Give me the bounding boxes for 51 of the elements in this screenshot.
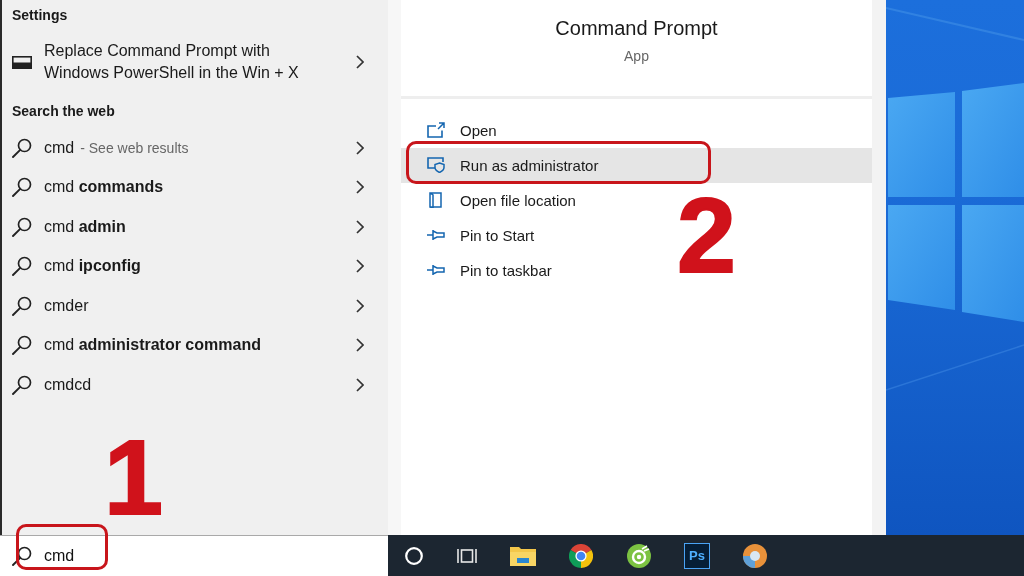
pin-icon — [427, 227, 445, 243]
web-result-item[interactable]: cmd commands — [12, 167, 388, 207]
chevron-right-icon — [356, 338, 364, 353]
section-heading: Settings — [12, 6, 68, 25]
search-icon — [12, 374, 32, 395]
action-menu-item[interactable]: Open — [401, 112, 872, 148]
web-result-item[interactable]: cmder — [12, 286, 388, 326]
app-button[interactable]: Ps — [684, 542, 710, 569]
step-number: 2 — [677, 182, 736, 288]
shield-window-icon — [427, 157, 445, 173]
screen-icon — [12, 55, 32, 69]
chevron-right-icon — [356, 219, 364, 234]
app-type-label: App — [624, 47, 649, 65]
web-result-item[interactable]: cmd administrator command — [12, 325, 388, 365]
step-number: 1 — [104, 424, 163, 530]
browser-icon — [569, 543, 593, 568]
circle-icon — [405, 546, 423, 565]
chevron-right-icon — [356, 259, 364, 274]
taskbar-button[interactable] — [743, 543, 767, 568]
taskbar-button[interactable] — [510, 545, 536, 566]
task-view-icon — [457, 546, 477, 565]
search-icon — [12, 216, 32, 237]
chevron-right-icon — [356, 377, 364, 392]
chevron-right-icon — [356, 298, 364, 313]
section-heading: Search the web — [12, 102, 115, 121]
search-icon — [12, 335, 32, 356]
search-icon — [12, 295, 32, 316]
result-hint: - See web results — [80, 139, 189, 156]
search-icon — [12, 137, 32, 158]
web-result-item[interactable]: cmdcd — [12, 365, 388, 405]
web-result-item[interactable]: cmd - See web results — [12, 128, 388, 168]
folder-icon — [510, 545, 536, 566]
settings-result-item[interactable]: Replace Command Prompt with Windows PowerShell in the Win + X — [12, 30, 388, 94]
search-icon — [12, 256, 32, 277]
document-icon — [427, 192, 445, 208]
chevron-right-icon — [356, 55, 364, 69]
app-icon — [743, 543, 767, 568]
open-external-icon — [427, 122, 445, 138]
taskbar-button[interactable] — [627, 543, 651, 568]
chevron-right-icon — [356, 180, 364, 195]
app-title: Command Prompt — [555, 16, 718, 40]
search-icon — [12, 177, 32, 198]
ring-app-icon — [627, 543, 651, 568]
web-result-item[interactable]: cmd admin — [12, 207, 388, 247]
chevron-right-icon — [356, 140, 364, 155]
taskbar-button[interactable] — [569, 543, 593, 568]
taskbar-button[interactable] — [457, 546, 477, 565]
search-icon — [12, 546, 32, 566]
pin-icon — [427, 262, 445, 278]
action-menu-item[interactable]: Run as administrator — [401, 147, 872, 183]
web-result-item[interactable]: cmd ipconfig — [12, 246, 388, 286]
